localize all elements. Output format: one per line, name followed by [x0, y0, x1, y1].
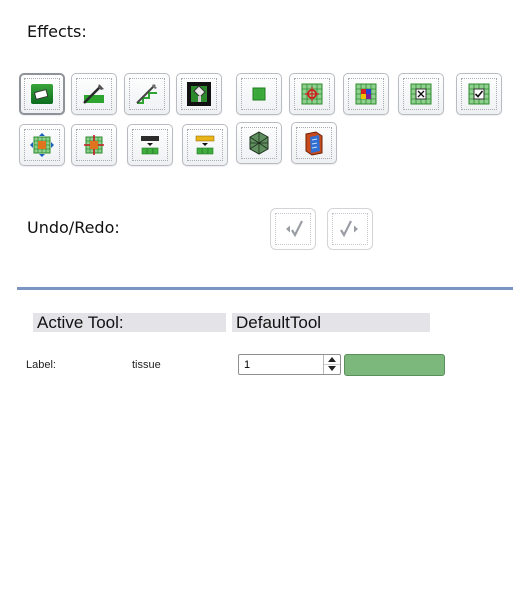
label-name: tissue [132, 359, 161, 371]
redo-icon [340, 220, 358, 238]
undo-redo-label: Undo/Redo: [27, 218, 120, 237]
label-value-input[interactable] [239, 355, 323, 374]
mesh-button[interactable] [236, 122, 282, 164]
shrink-grid-icon [84, 135, 104, 155]
slice-up-button[interactable] [182, 124, 228, 166]
mesh-icon [249, 131, 269, 155]
clear-grid-button[interactable] [398, 73, 444, 115]
color-grid-icon [355, 83, 377, 105]
active-tool-label-text: Active Tool: [37, 313, 124, 332]
active-tool-label: Active Tool: [33, 313, 226, 332]
book-icon [305, 131, 323, 156]
section-divider [17, 287, 513, 290]
book-button[interactable] [291, 122, 337, 164]
active-tool-value-text: DefaultTool [236, 313, 322, 332]
staircase-tool-button[interactable] [124, 73, 170, 115]
target-grid-button[interactable] [289, 73, 335, 115]
undo-button[interactable] [270, 208, 316, 250]
check-grid-icon [468, 83, 490, 105]
active-tool-value: DefaultTool [232, 313, 430, 332]
fill-tool-button[interactable] [176, 73, 222, 115]
brush-tool-button[interactable] [71, 73, 117, 115]
spinbox-arrows [323, 355, 340, 374]
expand-grid-icon [30, 133, 54, 157]
color-grid-button[interactable] [343, 73, 389, 115]
threshold-tool-button[interactable] [236, 73, 282, 115]
eraser-icon [31, 84, 53, 104]
undo-icon [286, 220, 303, 238]
effects-label: Effects: [27, 22, 87, 41]
brush-icon [83, 84, 104, 104]
fill-icon [187, 82, 211, 106]
target-grid-icon [301, 83, 323, 105]
down-arrow-icon [328, 366, 336, 371]
label-caption: Label: [26, 359, 56, 371]
shrink-grid-button[interactable] [71, 124, 117, 166]
label-value-spinbox[interactable] [238, 354, 341, 375]
slice-down-icon [141, 136, 159, 155]
threshold-icon [252, 87, 266, 101]
label-color-button[interactable] [344, 354, 445, 376]
redo-button[interactable] [327, 208, 373, 250]
expand-grid-button[interactable] [19, 124, 65, 166]
slice-down-button[interactable] [127, 124, 173, 166]
up-arrow-icon [328, 357, 336, 362]
eraser-tool-button[interactable] [19, 73, 65, 115]
check-grid-button[interactable] [456, 73, 502, 115]
decrement-button[interactable] [324, 364, 340, 373]
slice-up-icon [195, 135, 215, 155]
staircase-icon [136, 84, 157, 104]
clear-grid-icon [410, 83, 432, 105]
